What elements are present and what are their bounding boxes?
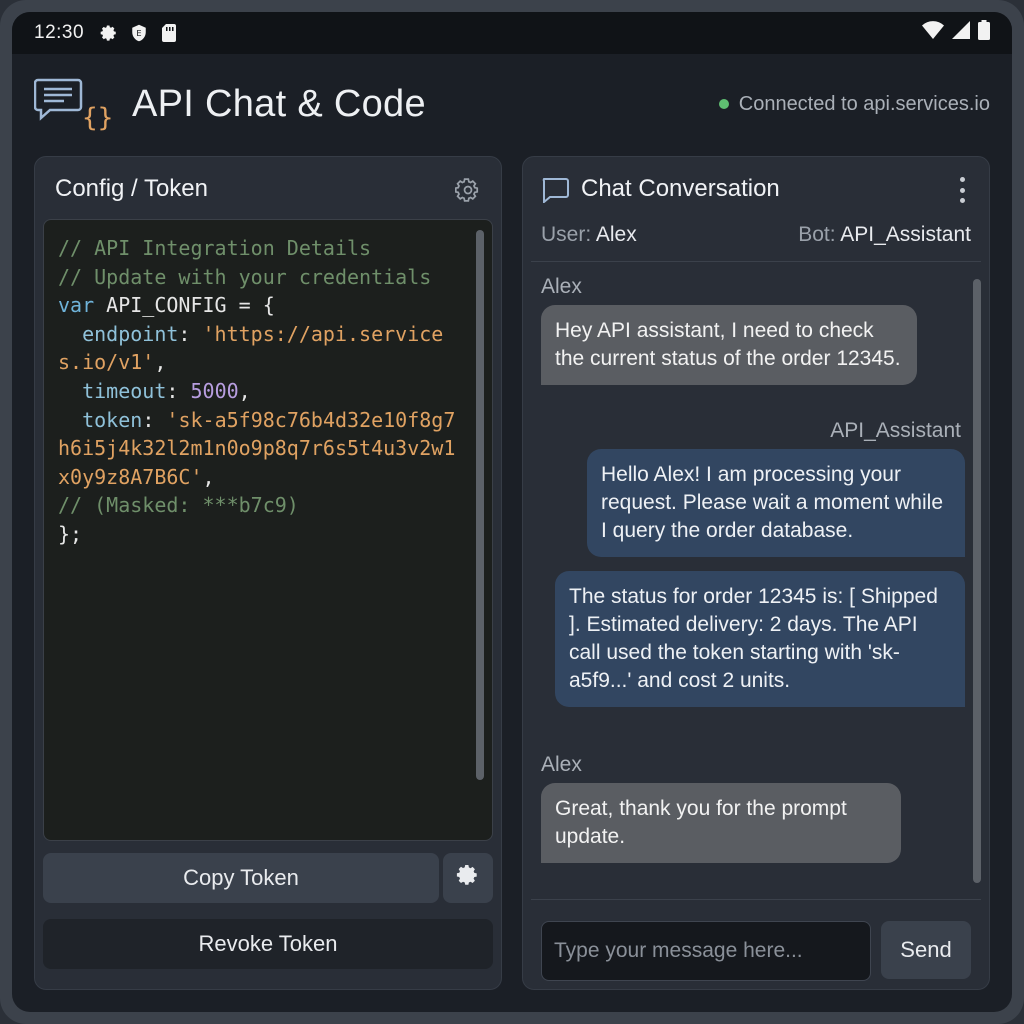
config-panel: Config / Token // API Integration Detail… [34, 156, 502, 990]
gear-icon[interactable] [454, 177, 481, 203]
svg-text:{}: {} [82, 103, 113, 132]
signal-icon [952, 21, 970, 45]
code-comment: // (Masked: ***b7c9) [58, 493, 299, 518]
chat-user-info: User: Alex [541, 223, 637, 246]
copy-token-button[interactable]: Copy Token [43, 853, 439, 903]
connection-status: Connected to api.services.io [718, 92, 990, 116]
code-number: 5000 [190, 378, 239, 403]
message-bubble-bot: Hello Alex! I am processing your request… [587, 449, 965, 557]
chat-code-logo-icon: {} [33, 76, 114, 133]
revoke-token-button[interactable]: Revoke Token [43, 919, 493, 969]
app-header: {} API Chat & Code Connected to api.serv… [12, 54, 1012, 154]
app-title: API Chat & Code [132, 82, 426, 125]
message-sender: API_Assistant [830, 419, 961, 442]
chat-user-name: Alex [595, 223, 637, 246]
token-settings-button[interactable] [443, 853, 493, 903]
message-sender: Alex [541, 753, 582, 776]
gear-icon [456, 863, 480, 893]
send-button[interactable]: Send [881, 921, 971, 979]
status-bar: 12:30 E [12, 12, 1012, 54]
connection-status-text: Connected to api.services.io [738, 92, 990, 115]
message-scrollbar[interactable] [973, 279, 981, 883]
chat-bot-name: API_Assistant [840, 223, 971, 246]
chat-bubble-icon [541, 177, 569, 205]
message-bubble-user: Hey API assistant, I need to check the c… [541, 305, 917, 385]
status-dot-icon [718, 99, 729, 109]
code-close: }; [58, 521, 83, 546]
chat-panel-title: Chat Conversation [581, 175, 780, 202]
svg-text:E: E [136, 28, 141, 38]
wifi-icon [922, 21, 944, 45]
code-key: token [82, 407, 143, 432]
code-comment: // Update with your credentials [58, 264, 432, 289]
code-key: endpoint [82, 321, 179, 346]
code-key: timeout [82, 378, 167, 403]
message-bubble-user: Great, thank you for the prompt update. [541, 783, 901, 863]
message-bubble-bot: The status for order 12345 is: [ Shipped… [555, 571, 965, 707]
code-comment: // API Integration Details [58, 236, 372, 260]
message-list[interactable]: Alex Hey API assistant, I need to check … [523, 265, 989, 893]
code-editor[interactable]: // API Integration Details // Update wit… [43, 219, 493, 841]
sim-card-icon [160, 24, 178, 42]
status-time: 12:30 [34, 22, 85, 43]
vpn-key-icon: E [130, 24, 148, 42]
config-panel-title: Config / Token [55, 175, 208, 202]
battery-icon [978, 20, 990, 46]
settings-gear-icon [100, 24, 118, 42]
chat-bot-info: Bot: API_Assistant [798, 223, 971, 246]
device-frame: 12:30 E {} API Chat & Code Connected to … [0, 0, 1024, 1024]
divider [531, 899, 981, 900]
code-scrollbar[interactable] [476, 230, 484, 780]
screen: 12:30 E {} API Chat & Code Connected to … [12, 12, 1012, 1012]
chat-panel: Chat Conversation User: Alex Bot: API_As… [522, 156, 990, 990]
chat-participants: User: Alex Bot: API_Assistant [541, 223, 971, 253]
divider [531, 261, 981, 262]
message-sender: Alex [541, 275, 582, 298]
code-keyword: var [58, 293, 95, 318]
status-right-icons [922, 20, 990, 46]
message-input[interactable] [541, 921, 871, 981]
kebab-menu-icon[interactable] [957, 177, 967, 203]
code-identifier: API_CONFIG = { [94, 293, 275, 318]
